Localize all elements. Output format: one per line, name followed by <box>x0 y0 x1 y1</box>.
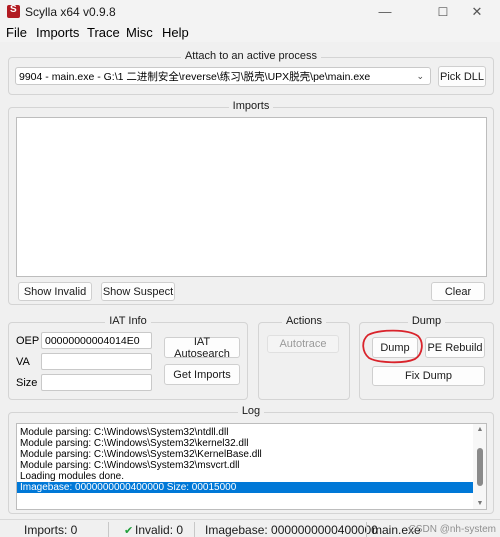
menu-file[interactable]: File <box>6 25 27 40</box>
iat-info-label: IAT Info <box>105 315 151 327</box>
menu-imports[interactable]: Imports <box>36 25 79 40</box>
actions-label: Actions <box>281 315 327 327</box>
menu-trace[interactable]: Trace <box>87 25 120 40</box>
scylla-app-icon <box>7 4 20 18</box>
get-imports-button[interactable]: Get Imports <box>164 364 240 385</box>
log-line: Module parsing: C:\Windows\System32\msvc… <box>20 460 240 471</box>
status-bar: Imports: 0 ✔ Invalid: 0 Imagebase: 00000… <box>0 519 500 537</box>
close-button[interactable]: ✕ <box>454 0 500 24</box>
menu-help[interactable]: Help <box>162 25 189 40</box>
oep-field[interactable]: 00000000004014E0 <box>41 332 152 349</box>
scroll-thumb[interactable] <box>477 448 483 486</box>
title-bar: Scylla x64 v0.9.8 — ☐ ✕ <box>0 0 500 24</box>
menu-misc[interactable]: Misc <box>126 25 153 40</box>
size-field[interactable] <box>41 374 152 391</box>
va-label: VA <box>16 356 30 368</box>
watermark: CSDN @nh-system <box>408 524 496 535</box>
log-list[interactable]: Module parsing: C:\Windows\System32\ntdl… <box>16 423 487 510</box>
check-icon: ✔ <box>124 525 134 537</box>
log-line: Module parsing: C:\Windows\System32\ntdl… <box>20 427 229 438</box>
status-invalid: Invalid: 0 <box>135 523 184 537</box>
log-line: Module parsing: C:\Windows\System32\Kern… <box>20 449 262 460</box>
status-separator <box>108 522 109 537</box>
scroll-down-icon[interactable]: ▼ <box>473 500 486 507</box>
actions-group: Actions <box>258 315 350 400</box>
va-field[interactable] <box>41 353 152 370</box>
log-scrollbar[interactable]: ▲ ▼ <box>473 424 486 509</box>
autotrace-button[interactable]: Autotrace <box>267 335 339 353</box>
status-separator <box>194 522 195 537</box>
log-line: Loading modules done. <box>20 471 124 482</box>
status-imagebase: Imagebase: 0000000000400000 <box>205 523 378 537</box>
log-line: Module parsing: C:\Windows\System32\kern… <box>20 438 249 449</box>
show-suspect-button[interactable]: Show Suspect <box>101 282 175 301</box>
clear-button[interactable]: Clear <box>431 282 485 301</box>
window-title: Scylla x64 v0.9.8 <box>25 5 116 19</box>
chevron-down-icon: ⌄ <box>416 71 424 81</box>
size-label: Size <box>16 377 38 389</box>
status-separator <box>366 522 367 537</box>
scroll-up-icon[interactable]: ▲ <box>473 426 486 433</box>
pe-rebuild-button[interactable]: PE Rebuild <box>425 337 485 358</box>
process-select-value: 9904 - main.exe - G:\1 二进制安全\reverse\练习\… <box>19 70 371 83</box>
show-invalid-button[interactable]: Show Invalid <box>18 282 92 301</box>
oep-label: OEP <box>16 335 40 347</box>
menu-bar: File Imports Trace Misc Help <box>0 24 500 42</box>
fix-dump-button[interactable]: Fix Dump <box>372 366 485 386</box>
process-select[interactable]: 9904 - main.exe - G:\1 二进制安全\reverse\练习\… <box>15 67 431 85</box>
pick-dll-button[interactable]: Pick DLL <box>438 66 486 87</box>
attach-group-label: Attach to an active process <box>180 50 322 62</box>
iat-autosearch-button[interactable]: IAT Autosearch <box>164 336 240 360</box>
imports-tree[interactable] <box>16 117 487 277</box>
highlight-circle <box>362 329 423 364</box>
imports-group-label: Imports <box>228 100 274 112</box>
oep-value: 00000000004014E0 <box>45 334 140 347</box>
minimize-button[interactable]: — <box>362 0 408 24</box>
status-imports: Imports: 0 <box>24 523 78 537</box>
log-line-selected: Imagebase: 0000000000400000 Size: 000150… <box>17 482 473 493</box>
log-label: Log <box>237 405 265 417</box>
